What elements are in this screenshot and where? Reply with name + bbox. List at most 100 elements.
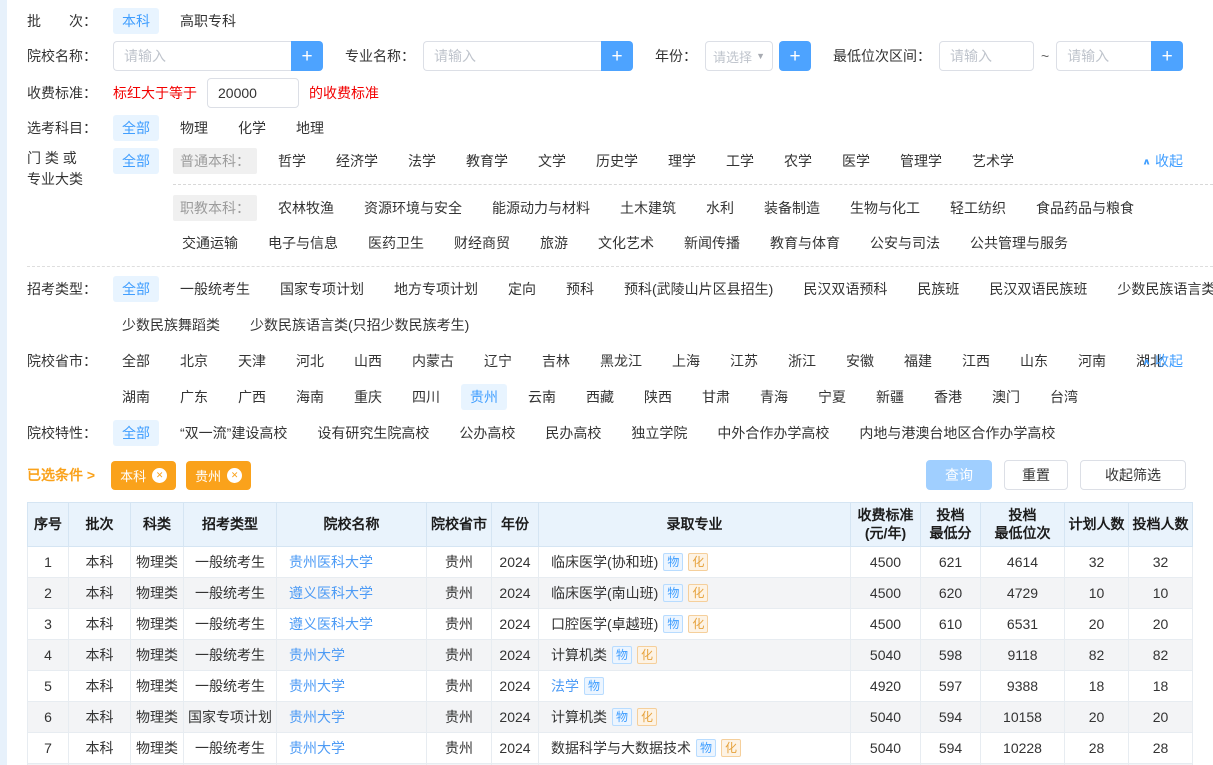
- category-chip[interactable]: 教育学: [457, 148, 517, 174]
- category-chip[interactable]: 旅游: [531, 230, 577, 256]
- feature-chip[interactable]: “双一流”建设高校: [171, 420, 296, 446]
- subject-chip[interactable]: 化学: [229, 115, 275, 141]
- admission-type-chip[interactable]: 定向: [499, 276, 545, 302]
- category-chip[interactable]: 公安与司法: [861, 230, 949, 256]
- college-link[interactable]: 贵州大学: [289, 740, 345, 756]
- college-link[interactable]: 贵州大学: [289, 709, 345, 725]
- province-chip[interactable]: 福建: [895, 348, 941, 374]
- category-all-chip[interactable]: 全部: [113, 148, 159, 174]
- category-chip[interactable]: 管理学: [891, 148, 951, 174]
- category-chip[interactable]: 能源动力与材料: [483, 195, 599, 221]
- subject-chip[interactable]: 物理: [171, 115, 217, 141]
- category-collapse-link[interactable]: ∧ 收起: [1142, 151, 1183, 171]
- category-chip[interactable]: 装备制造: [755, 195, 829, 221]
- admission-type-chip[interactable]: 民汉双语民族班: [980, 276, 1096, 302]
- province-chip[interactable]: 甘肃: [693, 384, 739, 410]
- province-chip[interactable]: 上海: [663, 348, 709, 374]
- subject-chip[interactable]: 地理: [287, 115, 333, 141]
- category-chip[interactable]: 农学: [775, 148, 821, 174]
- province-chip[interactable]: 台湾: [1041, 384, 1087, 410]
- province-chip[interactable]: 广西: [229, 384, 275, 410]
- province-chip[interactable]: 广东: [171, 384, 217, 410]
- province-chip[interactable]: 山东: [1011, 348, 1057, 374]
- category-chip[interactable]: 医学: [833, 148, 879, 174]
- category-chip[interactable]: 哲学: [269, 148, 315, 174]
- selected-condition-tag[interactable]: 贵州✕: [186, 461, 251, 490]
- category-chip[interactable]: 艺术学: [963, 148, 1023, 174]
- remove-tag-icon[interactable]: ✕: [227, 468, 242, 483]
- province-chip[interactable]: 新疆: [867, 384, 913, 410]
- province-chip[interactable]: 西藏: [577, 384, 623, 410]
- admission-type-chip[interactable]: 少数民族舞蹈类: [113, 312, 229, 338]
- province-chip[interactable]: 天津: [229, 348, 275, 374]
- feature-chip[interactable]: 独立学院: [622, 420, 696, 446]
- province-chip[interactable]: 江西: [953, 348, 999, 374]
- category-chip[interactable]: 生物与化工: [841, 195, 929, 221]
- province-chip[interactable]: 四川: [403, 384, 449, 410]
- category-chip[interactable]: 食品药品与粮食: [1027, 195, 1143, 221]
- feature-chip[interactable]: 中外合作办学高校: [708, 420, 838, 446]
- remove-tag-icon[interactable]: ✕: [152, 468, 167, 483]
- category-chip[interactable]: 水利: [697, 195, 743, 221]
- province-chip[interactable]: 海南: [287, 384, 333, 410]
- province-chip[interactable]: 黑龙江: [591, 348, 651, 374]
- province-chip[interactable]: 辽宁: [475, 348, 521, 374]
- province-chip[interactable]: 安徽: [837, 348, 883, 374]
- province-collapse-link[interactable]: ∧ 收起: [1142, 351, 1183, 371]
- admission-type-chip[interactable]: 预科: [557, 276, 603, 302]
- category-chip[interactable]: 文化艺术: [589, 230, 663, 256]
- province-chip[interactable]: 云南: [519, 384, 565, 410]
- query-button[interactable]: 查询: [926, 460, 992, 490]
- admission-type-chip[interactable]: 预科(武陵山片区县招生): [615, 276, 782, 302]
- province-chip[interactable]: 重庆: [345, 384, 391, 410]
- college-link[interactable]: 遵义医科大学: [289, 585, 373, 601]
- year-add-button[interactable]: +: [779, 41, 811, 71]
- admission-type-chip[interactable]: 国家专项计划: [271, 276, 373, 302]
- rank-max-input[interactable]: [1056, 41, 1151, 71]
- category-chip[interactable]: 医药卫生: [359, 230, 433, 256]
- province-chip[interactable]: 浙江: [779, 348, 825, 374]
- category-chip[interactable]: 轻工纺织: [941, 195, 1015, 221]
- admission-type-chip[interactable]: 少数民族语言类: [1108, 276, 1213, 302]
- college-name-input[interactable]: [113, 41, 291, 71]
- category-chip[interactable]: 财经商贸: [445, 230, 519, 256]
- category-chip[interactable]: 历史学: [587, 148, 647, 174]
- fee-threshold-input[interactable]: [207, 78, 299, 108]
- category-chip[interactable]: 电子与信息: [259, 230, 347, 256]
- category-chip[interactable]: 法学: [399, 148, 445, 174]
- college-link[interactable]: 贵州大学: [289, 647, 345, 663]
- college-link[interactable]: 贵州大学: [289, 678, 345, 694]
- batch-chip[interactable]: 本科: [113, 8, 159, 34]
- feature-chip[interactable]: 民办高校: [536, 420, 610, 446]
- province-chip[interactable]: 宁夏: [809, 384, 855, 410]
- province-chip[interactable]: 吉林: [533, 348, 579, 374]
- province-chip[interactable]: 陕西: [635, 384, 681, 410]
- category-chip[interactable]: 文学: [529, 148, 575, 174]
- feature-chip[interactable]: 设有研究生院高校: [308, 420, 438, 446]
- category-chip[interactable]: 资源环境与安全: [355, 195, 471, 221]
- category-chip[interactable]: 公共管理与服务: [961, 230, 1077, 256]
- category-chip[interactable]: 交通运输: [173, 230, 247, 256]
- college-link[interactable]: 遵义医科大学: [289, 616, 373, 632]
- college-name-add-button[interactable]: +: [291, 41, 323, 71]
- province-chip[interactable]: 山西: [345, 348, 391, 374]
- province-chip[interactable]: 贵州: [461, 384, 507, 410]
- province-chip[interactable]: 江苏: [721, 348, 767, 374]
- admission-type-chip[interactable]: 民汉双语预科: [794, 276, 896, 302]
- category-chip[interactable]: 理学: [659, 148, 705, 174]
- province-chip[interactable]: 内蒙古: [403, 348, 463, 374]
- province-chip[interactable]: 湖南: [113, 384, 159, 410]
- category-chip[interactable]: 新闻传播: [675, 230, 749, 256]
- selected-condition-tag[interactable]: 本科✕: [111, 461, 176, 490]
- rank-add-button[interactable]: +: [1151, 41, 1183, 71]
- category-chip[interactable]: 农林牧渔: [269, 195, 343, 221]
- category-chip[interactable]: 教育与体育: [761, 230, 849, 256]
- college-link[interactable]: 贵州医科大学: [289, 554, 373, 570]
- feature-chip[interactable]: 内地与港澳台地区合作办学高校: [850, 420, 1064, 446]
- feature-chip[interactable]: 公办高校: [450, 420, 524, 446]
- subject-chip[interactable]: 全部: [113, 115, 159, 141]
- batch-chip[interactable]: 高职专科: [171, 8, 245, 34]
- province-chip[interactable]: 北京: [171, 348, 217, 374]
- province-chip[interactable]: 河南: [1069, 348, 1115, 374]
- collapse-filters-button[interactable]: 收起筛选: [1080, 460, 1186, 490]
